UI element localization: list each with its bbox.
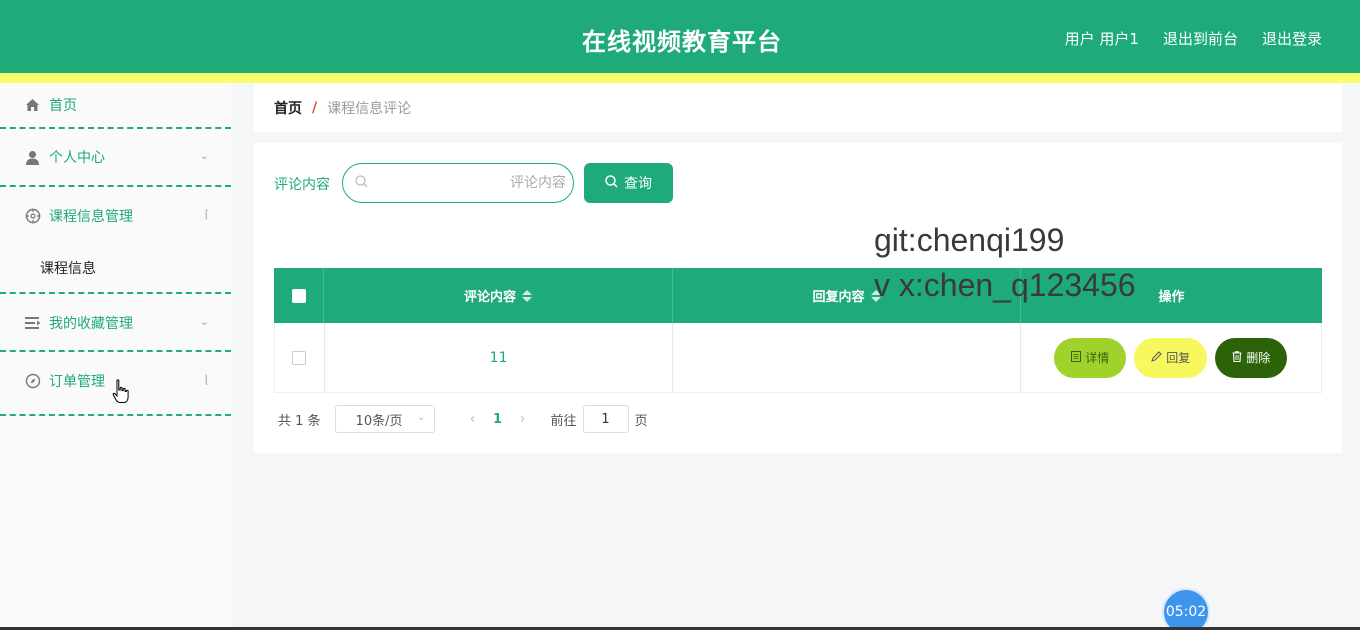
prev-page-icon[interactable]: ‹: [459, 411, 487, 427]
search-input[interactable]: [376, 175, 566, 191]
header-reply-column[interactable]: 回复内容: [673, 268, 1021, 323]
search-icon: [355, 174, 368, 192]
sort-icon[interactable]: [870, 289, 881, 302]
sidebar-item-label: 首页: [49, 98, 77, 114]
sidebar: 首页 个人中心 ⌄ 课程信息管理 ⌈ 课程信息 我的收藏管理 ⌄ 订单管理 ⌊: [0, 83, 231, 630]
next-page-icon[interactable]: ›: [509, 411, 537, 427]
sidebar-divider: [0, 185, 231, 187]
breadcrumb-home[interactable]: 首页: [274, 98, 302, 118]
trash-icon: [1232, 350, 1242, 365]
detail-button-label: 详情: [1085, 351, 1110, 365]
detail-button[interactable]: 详情: [1054, 337, 1127, 378]
list-icon: [24, 315, 41, 332]
sidebar-item-label: 订单管理: [49, 374, 105, 390]
breadcrumb-separator: /: [312, 99, 318, 116]
reply-button[interactable]: 回复: [1134, 337, 1208, 378]
document-icon: [1071, 350, 1082, 365]
header-accent-bar: [0, 73, 1360, 83]
table-header: 评论内容 回复内容 操作: [274, 268, 1322, 323]
page-size-value: 10条/页: [355, 413, 403, 429]
goto-page-input[interactable]: [582, 405, 629, 433]
chevron-down-icon: ⌄: [199, 315, 209, 328]
sidebar-item-favorites-management[interactable]: 我的收藏管理 ⌄: [0, 301, 231, 345]
column-header-label: 回复内容: [812, 290, 865, 305]
goto-label: 前往: [550, 413, 577, 429]
home-icon: [24, 97, 41, 114]
select-all-checkbox[interactable]: [291, 288, 306, 303]
column-header-label: 操作: [1158, 290, 1185, 305]
chevron-up-icon: ⌈: [204, 208, 209, 221]
sidebar-item-personal-center[interactable]: 个人中心 ⌄: [0, 135, 231, 179]
delete-button-label: 删除: [1246, 351, 1271, 365]
chevron-down-icon: ⌄: [417, 412, 426, 423]
delete-button[interactable]: 删除: [1215, 337, 1288, 378]
page-number-current[interactable]: 1: [487, 412, 509, 427]
breadcrumb: 首页 / 课程信息评论: [254, 83, 1342, 132]
user-menu-link[interactable]: 用户 用户1: [1065, 28, 1139, 49]
target-icon: [24, 208, 41, 225]
header-actions-column: 操作: [1021, 268, 1322, 323]
sidebar-item-label: 我的收藏管理: [49, 316, 133, 332]
search-button[interactable]: 查询: [584, 163, 673, 203]
page-suffix-label: 页: [634, 413, 648, 429]
sidebar-divider: [0, 414, 231, 416]
compass-icon: [24, 373, 41, 390]
header-comment-column[interactable]: 评论内容: [324, 268, 673, 323]
sort-icon[interactable]: [522, 289, 532, 302]
hand-cursor-icon: [112, 379, 130, 405]
row-select-cell: [275, 323, 325, 392]
edit-icon: [1151, 350, 1162, 365]
breadcrumb-current: 课程信息评论: [327, 100, 412, 117]
chevron-corner-icon: ⌊: [204, 373, 209, 386]
back-to-frontend-link[interactable]: 退出到前台: [1163, 28, 1238, 49]
sidebar-divider: [0, 292, 231, 294]
sidebar-subitem-label: 课程信息: [40, 261, 96, 277]
header-select-all-cell: [274, 268, 324, 323]
comment-cell: 11: [325, 323, 674, 392]
reply-cell: [673, 323, 1021, 392]
search-field[interactable]: [342, 163, 574, 203]
user-icon: [24, 149, 41, 166]
site-title-text: 在线视频教育平台: [582, 28, 782, 56]
sidebar-divider: [0, 127, 231, 129]
sidebar-item-label: 课程信息管理: [49, 209, 133, 225]
comment-text: 11: [489, 349, 508, 366]
content-card: 评论内容 查询 评论内容 回复内容 操作 1: [254, 143, 1342, 453]
column-header-label: 评论内容: [463, 290, 516, 305]
row-checkbox[interactable]: [292, 350, 307, 365]
chevron-down-icon: ⌄: [199, 149, 209, 162]
page-size-select[interactable]: 10条/页 ⌄: [334, 405, 435, 433]
actions-cell: 详情 回复 删除: [1021, 323, 1321, 392]
search-icon: [605, 174, 618, 192]
search-label: 评论内容: [274, 177, 330, 193]
sidebar-item-label: 个人中心: [49, 150, 105, 166]
reply-button-label: 回复: [1166, 351, 1191, 365]
pagination-total: 共 1 条: [278, 413, 321, 429]
pagination: 共 1 条 10条/页 ⌄ ‹ 1 › 前往 页: [278, 405, 648, 433]
sidebar-item-home[interactable]: 首页: [0, 83, 231, 127]
header-nav: 用户 用户1 退出到前台 退出登录: [1065, 28, 1322, 49]
app-header: 在线视频教育平台 用户 用户1 退出到前台 退出登录: [0, 0, 1360, 73]
sidebar-item-course-management[interactable]: 课程信息管理 ⌈: [0, 194, 231, 238]
sidebar-divider: [0, 350, 231, 352]
comments-table: 评论内容 回复内容 操作 11 详情 回复 删除: [274, 268, 1322, 393]
timer-badge: 05:02: [1162, 588, 1210, 630]
logout-link[interactable]: 退出登录: [1262, 28, 1322, 49]
search-button-label: 查询: [624, 176, 652, 192]
table-row: 11 详情 回复 删除: [274, 323, 1322, 393]
sidebar-subitem-course-info[interactable]: 课程信息: [0, 248, 231, 288]
